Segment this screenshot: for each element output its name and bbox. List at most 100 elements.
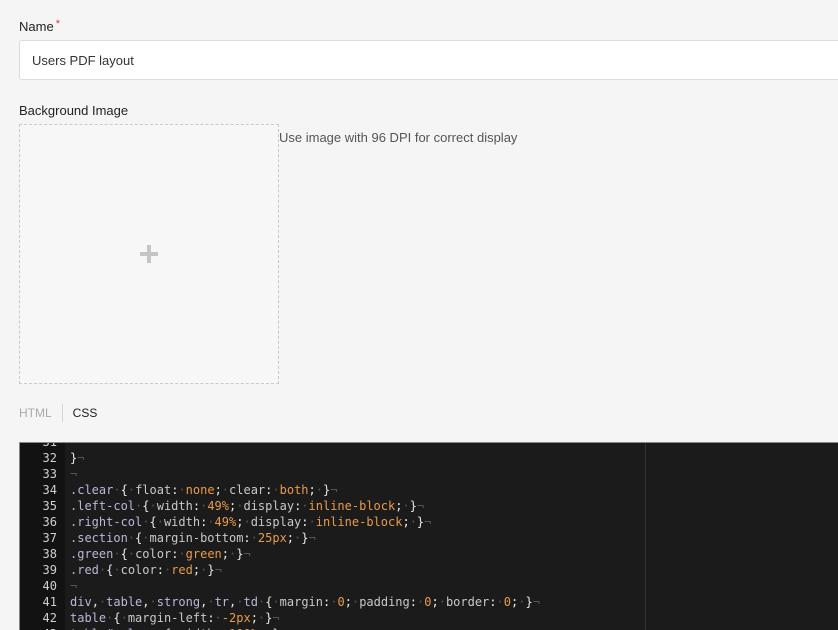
code-token: 25px bbox=[257, 531, 287, 545]
line-number: 34 bbox=[42, 483, 57, 497]
code-token: ¬ bbox=[416, 499, 425, 513]
code-line[interactable]: 35 .left-col·{·width:·49%;·display:·inlin… bbox=[20, 498, 838, 514]
code-token: inline-block bbox=[315, 515, 403, 529]
code-line[interactable]: 37 .section·{·margin-bottom:·25px;·}¬ bbox=[20, 530, 838, 546]
code-token: · bbox=[409, 515, 417, 529]
code-token: ; bbox=[344, 595, 352, 609]
code-token: 0 bbox=[503, 595, 511, 609]
code-token: ¬ bbox=[330, 483, 338, 497]
code-token: ¬ bbox=[214, 563, 222, 577]
code-text: .clear·{·float:·none;·clear:·both;·}¬ bbox=[70, 482, 337, 498]
code-text: .section·{·margin-bottom:·25px;·}¬ bbox=[70, 530, 316, 546]
code-token: ; bbox=[286, 531, 295, 545]
code-token: : bbox=[301, 515, 309, 529]
code-line[interactable]: ⚠43table#values·{·width:·100%;·} bbox=[20, 626, 838, 630]
code-token: · bbox=[214, 611, 222, 625]
css-code-editor[interactable]: 31 32}¬ 33 ¬ 34 .clear·{·float:·none;·clear:·… bbox=[19, 442, 838, 630]
code-token: div bbox=[70, 595, 92, 609]
code-token: both bbox=[279, 483, 309, 497]
code-token: · bbox=[221, 483, 230, 497]
code-token: ¬ bbox=[532, 595, 540, 609]
code-token: ; bbox=[402, 515, 410, 529]
code-line[interactable]: 34 .clear·{·float:·none;·clear:·both;·}¬ bbox=[20, 482, 838, 498]
code-token: display bbox=[250, 515, 302, 529]
code-token: : bbox=[156, 563, 164, 577]
code-token: width bbox=[156, 499, 193, 513]
code-token: } bbox=[301, 531, 309, 545]
code-token: clear bbox=[229, 483, 266, 497]
code-token: , bbox=[91, 595, 99, 609]
code-token: · bbox=[207, 595, 215, 609]
code-line[interactable]: 36 .right-col·{·width:·49%;·display:·inli… bbox=[20, 514, 838, 530]
code-token: · bbox=[156, 515, 164, 529]
code-token: ; bbox=[431, 595, 439, 609]
code-token: } bbox=[409, 499, 417, 513]
code-token: } bbox=[207, 563, 215, 577]
code-token: ¬ bbox=[70, 467, 78, 481]
code-token: { bbox=[113, 611, 121, 625]
line-number: 36 bbox=[42, 515, 57, 529]
code-token: : bbox=[489, 595, 497, 609]
code-token: · bbox=[243, 515, 251, 529]
background-image-label: Background Image bbox=[19, 103, 129, 118]
code-token: ¬ bbox=[70, 579, 78, 593]
line-number: 42 bbox=[42, 611, 57, 625]
code-token: .green bbox=[70, 547, 114, 561]
code-token: , bbox=[142, 595, 150, 609]
code-text: }¬ bbox=[70, 450, 84, 466]
line-number: 32 bbox=[42, 451, 57, 465]
code-token: ¬ bbox=[243, 547, 251, 561]
name-label: Name * bbox=[19, 18, 60, 34]
code-token: color bbox=[135, 547, 172, 561]
code-line[interactable]: 33 ¬ bbox=[20, 466, 838, 482]
code-token: width bbox=[163, 515, 201, 529]
code-token: · bbox=[272, 595, 280, 609]
code-token: · bbox=[113, 483, 121, 497]
code-token: inline-block bbox=[308, 499, 396, 513]
code-token: .clear bbox=[70, 483, 114, 497]
line-number: 33 bbox=[42, 467, 57, 481]
code-token: padding bbox=[359, 595, 410, 609]
code-line[interactable]: 42 table·{·margin-left:·-2px;·}¬ bbox=[20, 610, 838, 626]
line-number: 39 bbox=[42, 563, 57, 577]
line-number: 37 bbox=[42, 531, 57, 545]
code-line[interactable]: 38 .green·{·color:·green;·}¬ bbox=[20, 546, 838, 562]
code-text: table#values·{·width:·100%;·} bbox=[70, 626, 280, 630]
code-line[interactable]: 31 bbox=[20, 443, 838, 450]
code-token: : bbox=[207, 611, 215, 625]
editor-code-area[interactable]: 31 32}¬ 33 ¬ 34 .clear·{·float:·none;·clear:·… bbox=[20, 443, 838, 630]
line-number: 38 bbox=[42, 547, 57, 561]
code-token: · bbox=[127, 483, 136, 497]
code-token: green bbox=[185, 547, 222, 561]
code-token: · bbox=[178, 547, 186, 561]
background-image-dropzone[interactable] bbox=[19, 124, 279, 384]
code-token: -2px bbox=[221, 611, 251, 625]
line-number: 41 bbox=[42, 595, 57, 609]
code-text: .red·{·color:·red;·}¬ bbox=[70, 562, 222, 578]
code-line[interactable]: 39 .red·{·color:·red;·}¬ bbox=[20, 562, 838, 578]
tab-css[interactable]: CSS bbox=[63, 406, 98, 420]
code-token: margin bbox=[279, 595, 324, 609]
code-line[interactable]: 40 ¬ bbox=[20, 578, 838, 594]
name-input[interactable] bbox=[19, 40, 838, 80]
code-token: · bbox=[120, 611, 128, 625]
code-token: : bbox=[409, 595, 417, 609]
code-token: { bbox=[149, 515, 157, 529]
code-text: ¬ bbox=[70, 466, 77, 482]
code-token: .left-col bbox=[70, 499, 136, 513]
code-token: · bbox=[178, 483, 186, 497]
line-number: 40 bbox=[42, 579, 57, 593]
code-token: · bbox=[149, 499, 157, 513]
code-line[interactable]: 32 }¬ bbox=[20, 450, 838, 466]
code-token: 49% bbox=[214, 515, 237, 529]
code-token: { bbox=[142, 499, 150, 513]
background-image-hint: Use image with 96 DPI for correct displa… bbox=[279, 130, 518, 145]
code-token: color bbox=[120, 563, 157, 577]
tab-html[interactable]: HTML bbox=[19, 406, 62, 420]
code-token: ; bbox=[250, 611, 258, 625]
code-token: ¬ bbox=[424, 515, 432, 529]
code-line[interactable]: 41 div,·table,·strong,·tr,·td·{·margin:·0… bbox=[20, 594, 838, 610]
code-token: · bbox=[142, 531, 150, 545]
plus-icon[interactable] bbox=[140, 245, 158, 263]
code-token: .right-col bbox=[70, 515, 143, 529]
